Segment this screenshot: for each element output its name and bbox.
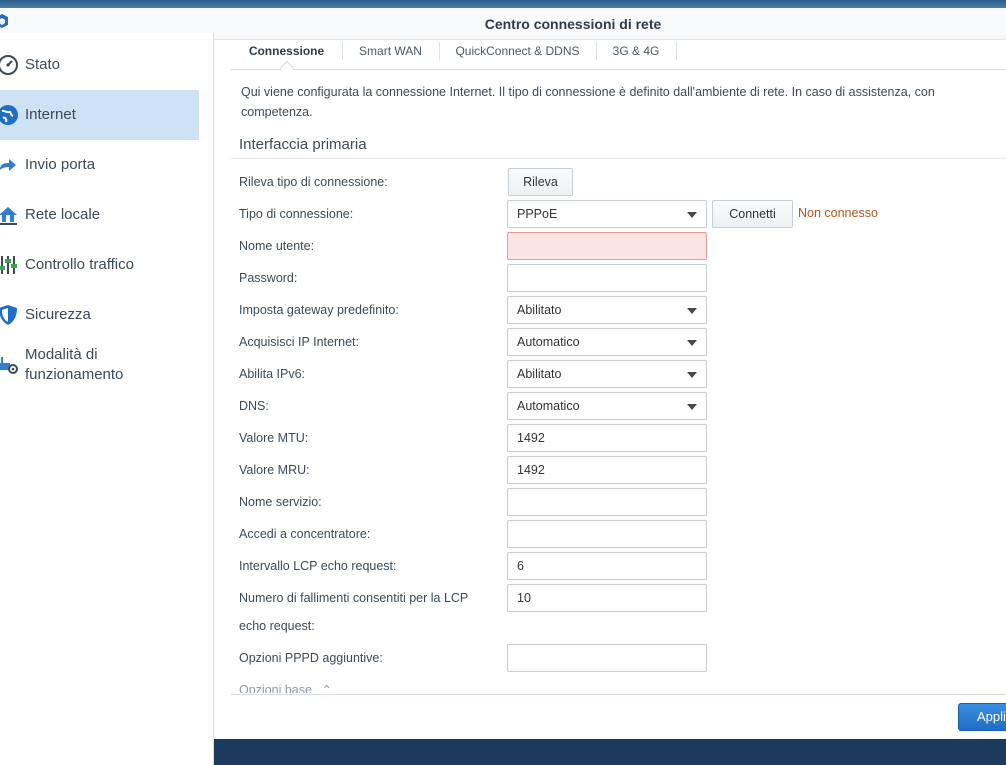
- arrow-right-icon: [0, 153, 20, 177]
- lcp-failures-input[interactable]: [507, 584, 707, 612]
- concentrator-label: Accedi a concentratore:: [239, 527, 371, 541]
- sidebar-item-internet[interactable]: Internet: [0, 90, 199, 140]
- default-gateway-select[interactable]: Abilitato: [507, 296, 707, 324]
- internet-ip-label: Acquisisci IP Internet:: [239, 335, 359, 349]
- dns-label: DNS:: [239, 399, 269, 413]
- tab-bar: Connessione Smart WAN QuickConnect & DDN…: [231, 33, 1006, 76]
- chevron-down-icon: [687, 308, 697, 314]
- sidebar-item-label: Sicurezza: [25, 306, 91, 323]
- sidebar-item-sicurezza[interactable]: Sicurezza: [0, 290, 199, 340]
- sidebar-item-label: Modalità di funzionamento: [25, 345, 123, 385]
- sidebar-item-label: Rete locale: [25, 206, 101, 223]
- sidebar-item-controllo-traffico[interactable]: Controllo traffico: [0, 240, 199, 290]
- sidebar-item-label: Controllo traffico: [25, 256, 134, 273]
- service-name-input[interactable]: [507, 488, 707, 516]
- tab-3g-4g[interactable]: 3G & 4G: [596, 33, 676, 69]
- apply-button[interactable]: Appli: [958, 703, 1006, 731]
- section-divider: [231, 158, 1006, 159]
- pppd-options-label: Opzioni PPPD aggiuntive:: [239, 651, 383, 665]
- sidebar-item-label-line1: Modalità di: [25, 346, 98, 363]
- internet-ip-value: Automatico: [517, 335, 580, 349]
- shield-icon: [0, 303, 20, 327]
- connection-type-value: PPPoE: [517, 207, 558, 221]
- gauge-icon: [0, 53, 20, 77]
- footer-bar: [231, 694, 1006, 731]
- username-label: Nome utente:: [239, 239, 315, 253]
- mru-label: Valore MRU:: [239, 463, 310, 477]
- ipv6-select[interactable]: Abilitato: [507, 360, 707, 388]
- chevron-down-icon: [687, 340, 697, 346]
- lcp-failures-label-line2: echo request:: [239, 619, 315, 633]
- chevron-down-icon: [687, 212, 697, 218]
- sidebar-item-label: Stato: [25, 56, 61, 73]
- home-network-icon: [0, 203, 20, 227]
- sidebar-item-invio-porta[interactable]: Invio porta: [0, 140, 199, 190]
- connection-status: Non connesso: [798, 206, 878, 220]
- chevron-down-icon: [687, 404, 697, 410]
- detect-type-label: Rileva tipo di connessione:: [239, 175, 388, 189]
- lcp-failures-label: Numero di fallimenti consentiti per la L…: [239, 590, 468, 634]
- dns-value: Automatico: [517, 399, 580, 413]
- router-gear-icon: [0, 353, 20, 377]
- sidebar-item-label: Invio porta: [25, 156, 96, 173]
- pppd-options-input[interactable]: [507, 644, 707, 672]
- lcp-interval-label: Intervallo LCP echo request:: [239, 559, 397, 573]
- sliders-icon: [0, 253, 20, 277]
- window-title: Centro connessioni di rete: [484, 16, 662, 32]
- sidebar-item-stato[interactable]: Stato: [0, 40, 199, 90]
- dns-select[interactable]: Automatico: [507, 392, 707, 420]
- basic-options-label: Opzioni base: [239, 683, 312, 693]
- mtu-input[interactable]: [507, 424, 707, 452]
- default-gateway-label: Imposta gateway predefinito:: [239, 303, 399, 317]
- basic-options-link[interactable]: Opzioni base ⌃: [239, 682, 332, 693]
- tab-smart-wan[interactable]: Smart WAN: [342, 33, 439, 69]
- internet-ip-select[interactable]: Automatico: [507, 328, 707, 356]
- chevron-down-icon: [687, 372, 697, 378]
- lcp-failures-label-line1: Numero di fallimenti consentiti per la L…: [239, 591, 469, 605]
- section-title: Interfaccia primaria: [239, 136, 367, 153]
- ipv6-label: Abilita IPv6:: [239, 367, 306, 381]
- detect-button[interactable]: Rileva: [508, 168, 573, 196]
- username-input[interactable]: [507, 232, 707, 260]
- ipv6-value: Abilitato: [517, 367, 562, 381]
- chevron-up-icon: ⌃: [321, 683, 332, 693]
- connect-button[interactable]: Connetti: [712, 200, 793, 228]
- desktop-top-strip: [0, 0, 1006, 8]
- sidebar-item-label-line2: funzionamento: [25, 366, 124, 383]
- sidebar: Stato Internet Invio porta Rete locale C…: [0, 33, 214, 765]
- globe-icon: [0, 103, 20, 127]
- password-input[interactable]: [507, 264, 707, 292]
- connection-type-select[interactable]: PPPoE: [507, 200, 707, 228]
- sidebar-item-label: Internet: [25, 106, 76, 123]
- tab-separator: [676, 42, 677, 60]
- sidebar-item-rete-locale[interactable]: Rete locale: [0, 190, 199, 240]
- page-description: Qui viene configurata la connessione Int…: [241, 85, 935, 119]
- password-label: Password:: [239, 271, 298, 285]
- mru-input[interactable]: [507, 456, 707, 484]
- tab-quickconnect-ddns[interactable]: QuickConnect & DDNS: [439, 33, 596, 69]
- connection-type-label: Tipo di connessione:: [239, 207, 354, 221]
- concentrator-input[interactable]: [507, 520, 707, 548]
- mtu-label: Valore MTU:: [239, 431, 309, 445]
- sidebar-item-modalita-funzionamento[interactable]: Modalità di funzionamento: [0, 340, 199, 390]
- lcp-interval-input[interactable]: [507, 552, 707, 580]
- service-name-label: Nome servizio:: [239, 495, 322, 509]
- default-gateway-value: Abilitato: [517, 303, 562, 317]
